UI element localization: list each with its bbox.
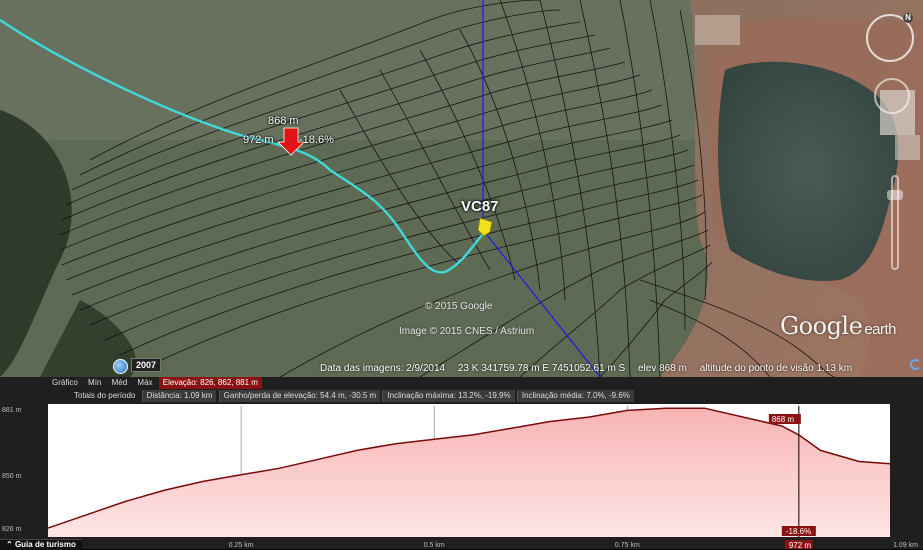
zoom-slider-knob[interactable] — [887, 190, 903, 200]
elevation-summary: Elevação: 826, 862, 881 m — [158, 377, 262, 389]
marker-slope-label: -18.6% — [299, 134, 334, 146]
y-tick-label: 881 m — [2, 407, 22, 414]
cursor-elevation-badge: 868 m — [768, 414, 801, 424]
elevation-profile-panel: Gráfico Mín Méd Máx Elevação: 826, 862, … — [0, 377, 923, 549]
status-bar: Data das imagens: 2/9/2014 23 K 341759.7… — [320, 360, 923, 377]
history-year-badge[interactable]: 2007 — [131, 358, 162, 372]
profile-summary-row: Gráfico Mín Méd Máx Elevação: 826, 862, … — [48, 377, 262, 389]
y-tick-label: 826 m — [2, 526, 22, 533]
marker-distance-label: 972 m — [243, 134, 274, 146]
x-tick-label: 1.09 km — [893, 542, 918, 549]
logo-suffix: earth — [864, 321, 897, 338]
compass-icon[interactable]: N — [866, 13, 914, 62]
lake — [718, 61, 899, 281]
distance-total: Distância: 1.09 km — [141, 390, 217, 402]
building — [695, 15, 740, 45]
eye-altitude: altitude do ponto de visão 1.13 km — [699, 363, 853, 374]
chevron-up-icon: ⌃ — [6, 540, 13, 549]
graph-label: Gráfico — [52, 378, 78, 387]
min-toggle[interactable]: Mín — [84, 377, 105, 389]
y-tick-label: 850 m — [2, 473, 22, 480]
cursor-distance-badge: 972 m — [784, 540, 813, 549]
elevation-profile-chart[interactable]: 881 m 850 m 826 m 0.25 km 0.5 km 0.75 km 1.09… — [0, 404, 923, 549]
north-icon: N — [903, 13, 913, 23]
avg-slope: Inclinação média: 7.0%, -9.6% — [516, 390, 634, 402]
cursor-distance-text: 972 m — [789, 541, 812, 549]
cursor-slope-text: -18.6% — [786, 527, 811, 536]
elevation-gain-loss: Ganho/perda de elevação: 54.4 m, -30.5 m — [218, 390, 381, 402]
x-axis-ticks: 0.25 km 0.5 km 0.75 km 1.09 km — [229, 542, 918, 549]
logo-text: Google — [780, 312, 863, 340]
refresh-icon[interactable] — [910, 359, 921, 370]
x-tick-label: 0.75 km — [615, 542, 640, 549]
google-earth-logo: Google earth — [780, 312, 897, 340]
med-toggle[interactable]: Méd — [108, 377, 132, 389]
max-slope: Inclinação máxima: 13.2%, -19.9% — [382, 390, 515, 402]
coordinates: 23 K 341759.78 m E 7451052.61 m S — [457, 363, 626, 374]
poi-label[interactable]: VC87 — [461, 198, 499, 215]
x-tick-label: 0.5 km — [424, 542, 445, 549]
history-icon[interactable] — [113, 359, 128, 374]
elevation-readout: elev 868 m — [638, 363, 687, 374]
cursor-elevation-text: 868 m — [772, 415, 795, 424]
totals-label: Totais do período — [74, 391, 136, 400]
y-axis-ticks: 881 m 850 m 826 m — [2, 407, 22, 533]
look-control-icon[interactable] — [874, 78, 910, 114]
copyright-google: © 2015 Google — [425, 301, 493, 312]
tour-guide-label: Guia de turismo — [14, 540, 76, 549]
profile-totals-row: Totais do período Distância: 1.09 km Gan… — [70, 390, 634, 402]
tour-guide-tab[interactable]: ⌃ Guia de turismo — [0, 539, 82, 550]
copyright-imagery: Image © 2015 CNES / Astrium — [399, 326, 535, 337]
cursor-slope-badge: -18.6% — [781, 526, 816, 536]
imagery-date: Data das imagens: 2/9/2014 — [320, 363, 446, 374]
max-toggle[interactable]: Máx — [133, 377, 156, 389]
x-tick-label: 0.25 km — [229, 542, 254, 549]
marker-elevation-label: 868 m — [268, 115, 299, 127]
map-view[interactable]: 868 m 972 m -18.6% VC87 © 2015 Google Im… — [0, 0, 923, 377]
